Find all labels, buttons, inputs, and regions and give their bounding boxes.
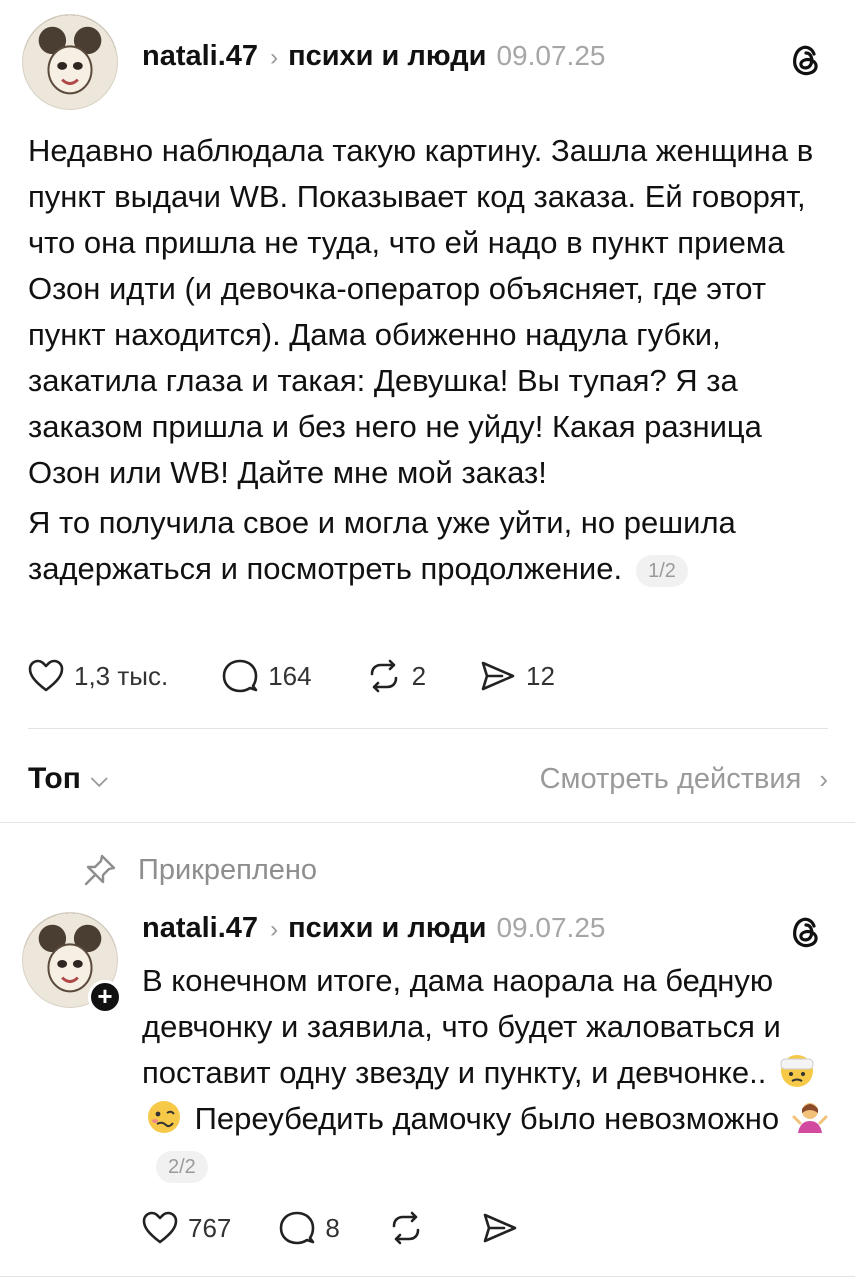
divider <box>28 728 828 729</box>
post-paragraph-2: Я то получила свое и могла уже уйти, но … <box>28 500 828 592</box>
post-header: natali.47 › психи и люди 09.07.25 <box>142 40 605 73</box>
username[interactable]: natali.47 <box>142 912 258 945</box>
send-icon <box>483 1213 517 1243</box>
heart-icon <box>142 1211 178 1244</box>
like-button[interactable]: 767 <box>140 1208 231 1248</box>
comment-bubble-icon <box>222 659 258 693</box>
comment-count: 8 <box>325 1212 340 1243</box>
view-activity-link[interactable]: Смотреть действия › <box>540 763 828 796</box>
repost-icon <box>370 659 397 693</box>
post-text-part: Переубедить дамочку было невозможно <box>194 1101 780 1136</box>
post-body: В конечном итоге, дама наорала на бедную… <box>142 958 832 1188</box>
threads-logo-icon[interactable] <box>786 912 826 952</box>
repost-count: 2 <box>411 660 427 691</box>
thread-pager-badge: 1/2 <box>636 554 688 587</box>
post-body: Недавно наблюдала такую картину. Зашла ж… <box>28 128 828 592</box>
threads-logo-icon[interactable] <box>786 40 826 80</box>
post-actions: 767 8 <box>140 1208 580 1248</box>
bandaged-face-emoji-icon <box>780 1055 814 1087</box>
follow-plus-button[interactable]: + <box>88 980 122 1014</box>
chevron-right-icon: › <box>819 763 828 794</box>
post-2: + natali.47 › психи и люди 09.07.25 В ко… <box>0 900 855 1270</box>
divider <box>0 822 855 823</box>
avatar-image <box>23 15 117 109</box>
replies-sort-bar: Топ ⌵ Смотреть действия › <box>28 754 828 804</box>
pinned-indicator: Прикреплено <box>82 852 317 888</box>
chevron-right-icon: › <box>270 916 279 943</box>
post-date: 09.07.25 <box>496 912 606 943</box>
share-button[interactable] <box>480 1208 528 1248</box>
chevron-right-icon: › <box>270 44 279 71</box>
post-1: natali.47 › психи и люди 09.07.25 Недавн… <box>0 0 855 730</box>
comment-bubble-icon <box>280 1211 315 1245</box>
avatar[interactable] <box>22 14 118 110</box>
post-paragraph-text: Я то получила свое и могла уже уйти, но … <box>28 505 736 586</box>
chevron-down-icon: ⌵ <box>90 766 108 791</box>
comment-count: 164 <box>268 660 312 691</box>
username[interactable]: natali.47 <box>142 40 258 73</box>
send-icon <box>481 661 515 691</box>
pinned-label: Прикреплено <box>138 853 318 886</box>
woman-shrugging-emoji-icon <box>792 1103 828 1133</box>
like-button[interactable]: 1,3 тыс. <box>26 656 168 696</box>
woozy-face-emoji-icon <box>148 1101 180 1133</box>
view-activity-label: Смотреть действия <box>539 762 802 795</box>
comment-button[interactable]: 8 <box>277 1208 340 1248</box>
post-paragraph: Недавно наблюдала такую картину. Зашла ж… <box>28 133 814 490</box>
community-name[interactable]: психи и люди <box>288 40 486 73</box>
community-name[interactable]: психи и люди <box>288 912 486 945</box>
repost-button[interactable] <box>386 1208 434 1248</box>
pin-icon <box>84 854 116 886</box>
share-count: 12 <box>526 660 555 691</box>
share-button[interactable]: 12 <box>478 656 555 696</box>
post-header: natali.47 › психи и люди 09.07.25 <box>142 912 605 945</box>
comment-button[interactable]: 164 <box>220 656 312 696</box>
post-date: 09.07.25 <box>496 40 606 71</box>
like-count: 767 <box>188 1212 232 1243</box>
heart-icon <box>28 659 64 692</box>
repost-icon <box>392 1211 420 1245</box>
thread-pager-badge: 2/2 <box>156 1150 208 1183</box>
repost-button[interactable]: 2 <box>364 656 426 696</box>
post-actions: 1,3 тыс. 164 2 12 <box>26 656 607 696</box>
post-paragraph: В конечном итоге, дама наорала на бедную… <box>142 958 832 1188</box>
like-count: 1,3 тыс. <box>74 660 169 691</box>
sort-dropdown[interactable]: Топ ⌵ <box>28 762 108 796</box>
sort-label: Топ <box>28 762 81 795</box>
divider <box>0 1276 855 1277</box>
post-text-part: В конечном итоге, дама наорала на бедную… <box>142 963 781 1090</box>
